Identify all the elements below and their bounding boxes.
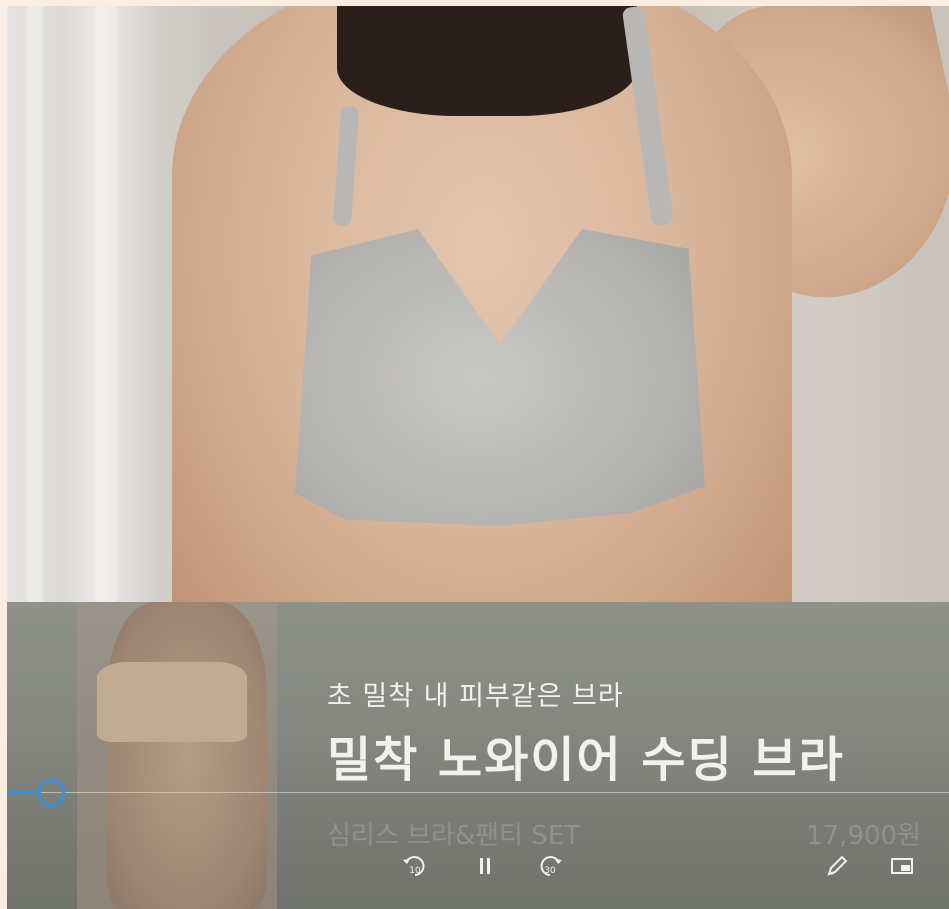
pause-button[interactable] (467, 848, 503, 884)
secondary-thumbnail (77, 602, 277, 909)
seek-bar-progress (7, 791, 41, 794)
light-stripe (27, 6, 43, 602)
light-stripe (95, 6, 117, 602)
model-hair (337, 6, 637, 116)
pause-icon (480, 858, 490, 874)
forward-30-icon: 30 (540, 856, 562, 876)
forward-button[interactable]: 30 (532, 848, 568, 884)
seek-bar[interactable] (7, 792, 949, 793)
pip-icon (891, 858, 913, 874)
video-frame[interactable]: 초 밀착 내 피부같은 브라 밀착 노와이어 수딩 브라 심리스 브라&팬티 S… (7, 6, 949, 909)
rewind-button[interactable]: 10 (397, 848, 433, 884)
seek-handle[interactable] (37, 779, 65, 807)
pip-button[interactable] (884, 848, 920, 884)
price-label: 17,900원 (806, 821, 921, 851)
pencil-icon (827, 855, 848, 876)
product-subtitle: 초 밀착 내 피부같은 브라 (327, 681, 624, 712)
product-photo (7, 6, 949, 666)
edit-button[interactable] (819, 848, 855, 884)
player-overlay: 초 밀착 내 피부같은 브라 밀착 노와이어 수딩 브라 심리스 브라&팬티 S… (7, 602, 949, 909)
thumbnail-bra (97, 662, 247, 742)
rewind-seconds: 10 (409, 866, 421, 876)
forward-seconds: 30 (544, 866, 556, 876)
product-title: 밀착 노와이어 수딩 브라 (327, 732, 845, 788)
thumbnail-model (107, 602, 267, 909)
set-label: 심리스 브라&팬티 SET (327, 821, 581, 851)
rewind-10-icon: 10 (403, 856, 425, 876)
